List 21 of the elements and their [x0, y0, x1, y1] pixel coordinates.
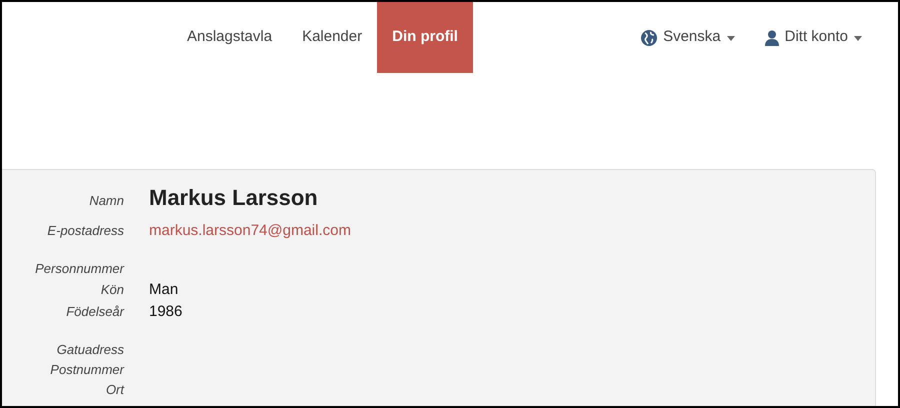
nav-tab[interactable]: Kalender	[287, 2, 378, 73]
field-value: Man	[149, 280, 178, 300]
field-label: Födelseår	[65, 303, 124, 321]
email-link[interactable]: markus.larsson74@gmail.com	[149, 220, 351, 242]
field-label: Personnummer	[34, 260, 124, 278]
language-menu[interactable]: Svenska	[641, 2, 735, 73]
nav-tab[interactable]: Din profil	[377, 2, 473, 73]
profile-name: Markus Larsson	[149, 184, 318, 212]
account-menu[interactable]: Ditt konto	[764, 2, 862, 73]
field-label: Namn	[88, 192, 124, 210]
field-label: Kön	[100, 280, 124, 298]
field-label: Ort	[104, 380, 124, 398]
field-label: Postnummer	[49, 360, 124, 378]
field-value: 1986	[149, 302, 182, 322]
caret-icon	[726, 36, 735, 41]
user-icon	[764, 30, 779, 46]
globe-icon	[641, 30, 658, 46]
caret-icon	[854, 36, 862, 41]
field-label: E-postadress	[46, 222, 124, 240]
nav-tab[interactable]: Anslagstavla	[172, 2, 288, 73]
field-label: Gatuadress	[56, 340, 124, 358]
